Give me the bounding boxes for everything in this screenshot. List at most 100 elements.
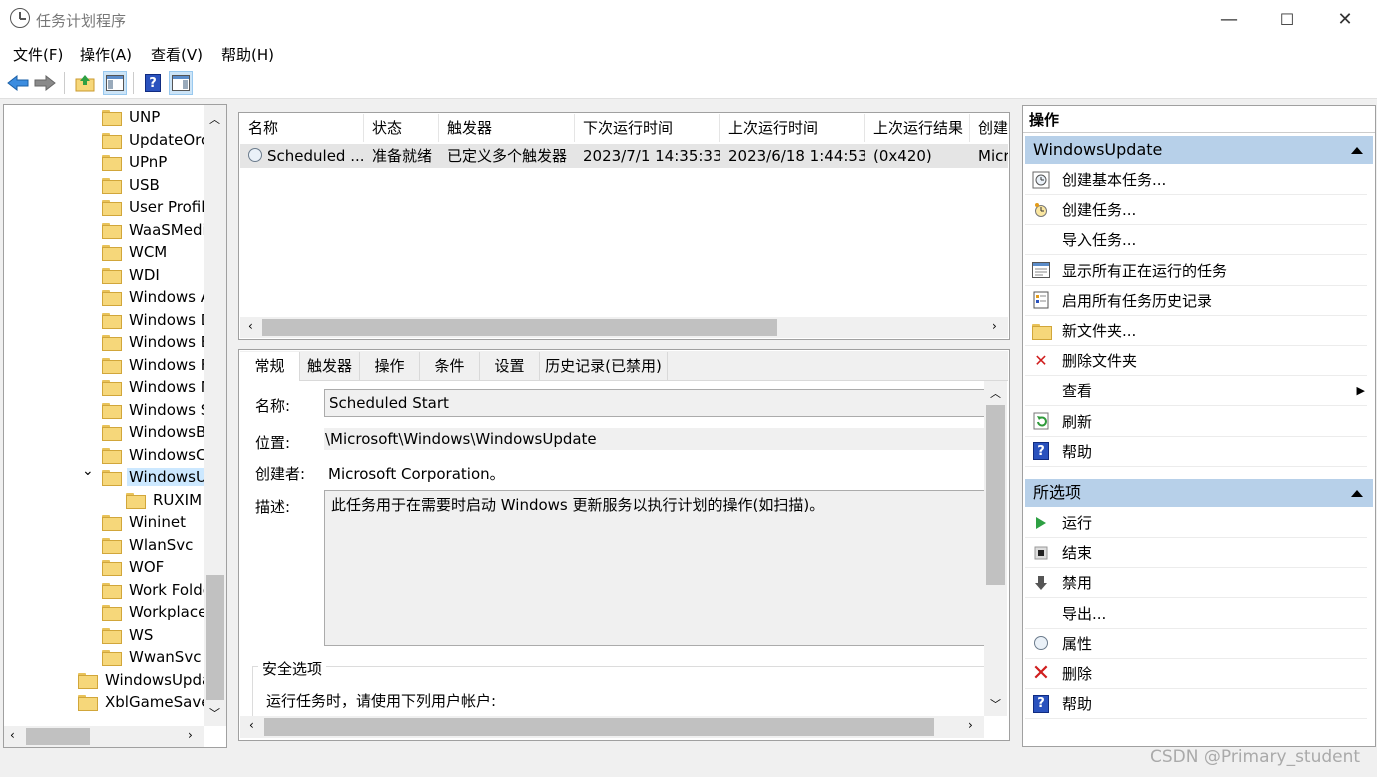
- tree-item[interactable]: WindowsUpda: [4, 669, 204, 692]
- tree-item[interactable]: UNP: [4, 106, 204, 129]
- scroll-down-icon[interactable]: ﹀: [990, 696, 1001, 712]
- tree-item[interactable]: Windows F: [4, 354, 204, 377]
- tree-item[interactable]: Windows E: [4, 331, 204, 354]
- tree-item[interactable]: WaaSMedi: [4, 219, 204, 242]
- tree-item-label: Windows M: [129, 378, 204, 397]
- tree-item[interactable]: WlanSvc: [4, 534, 204, 557]
- details-hscrollbar[interactable]: ‹ ›: [240, 716, 984, 738]
- action-item[interactable]: 结束: [1025, 538, 1367, 569]
- task-hscroll-thumb[interactable]: [262, 319, 777, 336]
- tree-item[interactable]: Work Folde: [4, 579, 204, 602]
- tree-item[interactable]: WCM: [4, 241, 204, 264]
- tree-item[interactable]: WOF: [4, 556, 204, 579]
- menu-view[interactable]: 查看(V): [151, 44, 203, 65]
- menu-help[interactable]: 帮助(H): [221, 44, 274, 65]
- tree-item[interactable]: USB: [4, 174, 204, 197]
- scroll-left-icon[interactable]: ‹: [248, 319, 253, 333]
- maximize-button[interactable]: ☐: [1258, 0, 1316, 40]
- expand-chevron-icon[interactable]: ⌄: [82, 463, 94, 479]
- tree-item[interactable]: Windows S: [4, 399, 204, 422]
- folder-icon: [102, 515, 122, 532]
- description-field[interactable]: 此任务用于在需要时启动 Windows 更新服务以执行计划的操作(如扫描)。: [324, 490, 986, 646]
- action-item[interactable]: 刷新: [1025, 407, 1367, 437]
- tree-vertical-scrollbar[interactable]: ︿ ﹀: [204, 105, 226, 726]
- scroll-up-icon[interactable]: ︿: [990, 385, 1001, 401]
- tree-item[interactable]: Windows A: [4, 286, 204, 309]
- action-item[interactable]: 查看 ▶: [1025, 376, 1367, 407]
- scroll-left-icon[interactable]: ‹: [10, 728, 15, 742]
- forward-arrow-icon[interactable]: [33, 71, 57, 95]
- show-hide-tree-icon[interactable]: [103, 71, 127, 95]
- tree-horizontal-scrollbar[interactable]: ‹ ›: [4, 726, 204, 747]
- tree-item[interactable]: UPnP: [4, 151, 204, 174]
- details-hscroll-thumb[interactable]: [264, 718, 934, 736]
- section-header-windowsupdate[interactable]: WindowsUpdate: [1025, 136, 1373, 164]
- action-item[interactable]: 导入任务...: [1025, 225, 1367, 256]
- tree-item[interactable]: Windows M: [4, 376, 204, 399]
- column-last-result[interactable]: 上次运行结果: [865, 114, 970, 142]
- scroll-right-icon[interactable]: ›: [992, 319, 997, 333]
- column-author[interactable]: 创建: [970, 114, 1008, 142]
- scroll-down-icon[interactable]: ﹀: [209, 705, 220, 721]
- task-list-hscrollbar[interactable]: ‹ ›: [240, 317, 1008, 338]
- up-folder-icon[interactable]: [73, 71, 97, 95]
- tree-item[interactable]: WindowsCo: [4, 444, 204, 467]
- scroll-left-icon[interactable]: ‹: [249, 718, 254, 732]
- help-icon[interactable]: ?: [141, 71, 165, 95]
- column-last-run[interactable]: 上次运行时间: [720, 114, 865, 142]
- tree-item[interactable]: Workplace: [4, 601, 204, 624]
- tree-item[interactable]: WDI: [4, 264, 204, 287]
- section-header-selected[interactable]: 所选项: [1025, 479, 1373, 507]
- scroll-right-icon[interactable]: ›: [968, 718, 973, 732]
- back-arrow-icon[interactable]: [6, 71, 30, 95]
- details-vertical-scrollbar[interactable]: ︿ ﹀: [984, 381, 1007, 716]
- tab-conditions[interactable]: 条件: [420, 352, 480, 380]
- collapse-icon[interactable]: [1351, 490, 1363, 497]
- folder-icon: [102, 402, 122, 419]
- action-item[interactable]: ✕ 删除: [1025, 659, 1367, 689]
- details-scroll-thumb[interactable]: [986, 405, 1005, 585]
- scroll-up-icon[interactable]: ︿: [209, 111, 220, 127]
- menu-action[interactable]: 操作(A): [80, 44, 132, 65]
- collapse-icon[interactable]: [1351, 147, 1363, 154]
- tab-triggers[interactable]: 触发器: [300, 352, 360, 380]
- action-item[interactable]: 禁用: [1025, 568, 1367, 599]
- action-item[interactable]: 属性: [1025, 629, 1367, 659]
- close-button[interactable]: ✕: [1316, 0, 1374, 40]
- action-item[interactable]: 启用所有任务历史记录: [1025, 286, 1367, 316]
- tree-item[interactable]: WS: [4, 624, 204, 647]
- column-name[interactable]: 名称: [240, 114, 364, 142]
- action-item[interactable]: 创建基本任务...: [1025, 165, 1367, 195]
- tab-general[interactable]: 常规: [240, 352, 300, 382]
- tab-settings[interactable]: 设置: [480, 352, 540, 380]
- menu-file[interactable]: 文件(F): [13, 44, 63, 65]
- action-item[interactable]: ✕ 删除文件夹: [1025, 346, 1367, 377]
- column-triggers[interactable]: 触发器: [439, 114, 575, 142]
- tree-item[interactable]: XblGameSave: [4, 691, 204, 714]
- action-item[interactable]: 运行: [1025, 508, 1367, 538]
- action-item[interactable]: 显示所有正在运行的任务: [1025, 256, 1367, 286]
- tree-item[interactable]: WwanSvc: [4, 646, 204, 669]
- tree-item[interactable]: RUXIM: [4, 489, 204, 512]
- tab-actions[interactable]: 操作: [360, 352, 420, 380]
- tree-item[interactable]: UpdateOrc: [4, 129, 204, 152]
- tab-history[interactable]: 历史记录(已禁用): [540, 352, 668, 380]
- tree-item[interactable]: Wininet: [4, 511, 204, 534]
- action-item[interactable]: ? 帮助: [1025, 437, 1367, 467]
- action-item[interactable]: 新文件夹...: [1025, 316, 1367, 346]
- column-status[interactable]: 状态: [364, 114, 439, 142]
- show-action-pane-icon[interactable]: [169, 71, 193, 95]
- scroll-right-icon[interactable]: ›: [188, 728, 193, 742]
- tree-scroll-thumb[interactable]: [206, 575, 224, 700]
- tree-item[interactable]: ⌄ WindowsU: [4, 463, 204, 489]
- action-item[interactable]: 创建任务...: [1025, 195, 1367, 226]
- tree-item[interactable]: Windows D: [4, 309, 204, 332]
- tree-item[interactable]: User Profile: [4, 196, 204, 219]
- name-field[interactable]: Scheduled Start: [324, 389, 986, 417]
- action-item[interactable]: ? 帮助: [1025, 689, 1367, 720]
- column-next-run[interactable]: 下次运行时间: [575, 114, 720, 142]
- tree-item[interactable]: WindowsBa: [4, 421, 204, 444]
- minimize-button[interactable]: —: [1200, 0, 1258, 40]
- action-item[interactable]: 导出...: [1025, 599, 1367, 629]
- tree-hscroll-thumb[interactable]: [26, 728, 90, 745]
